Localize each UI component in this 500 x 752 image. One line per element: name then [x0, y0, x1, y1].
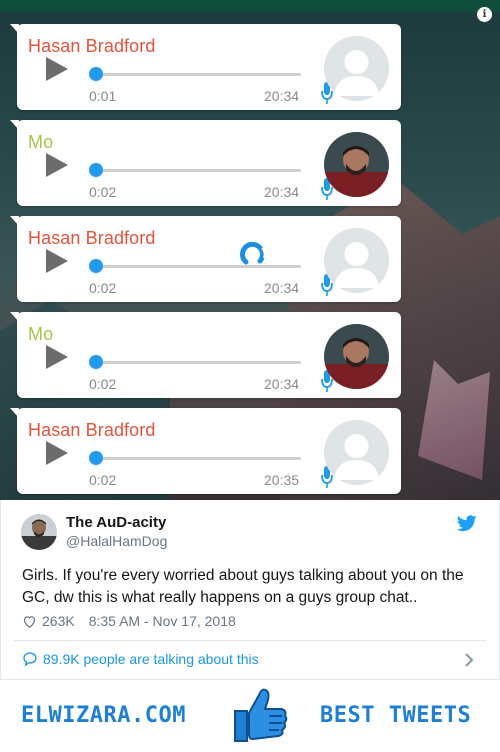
bubble-tail	[10, 24, 19, 34]
loading-spinner-icon	[240, 241, 266, 265]
audio-progress-track[interactable]	[95, 73, 301, 76]
info-icon[interactable]: i	[477, 7, 492, 22]
chat-header-strip	[0, 0, 500, 12]
audio-duration: 0:01	[89, 88, 117, 104]
chevron-right-icon[interactable]	[463, 652, 475, 668]
audio-progress-knob[interactable]	[89, 259, 103, 273]
heart-icon[interactable]	[22, 614, 37, 629]
conversation-link[interactable]: 89.9K people are talking about this	[22, 651, 259, 667]
tweet-media-image[interactable]: i Hasan Bradford 0:01 20:34 Mo 0:02 20:34 Hasa…	[0, 0, 500, 500]
play-icon[interactable]	[46, 153, 68, 177]
audio-progress-knob[interactable]	[89, 163, 103, 177]
message-time: 20:34	[264, 184, 300, 200]
avatar[interactable]	[324, 324, 389, 389]
conversation-link-label: 89.9K people are talking about this	[43, 651, 259, 667]
audio-duration: 0:02	[89, 280, 117, 296]
voice-message-bubble: Hasan Bradford 0:02 20:35	[10, 408, 401, 494]
avatar[interactable]	[324, 420, 389, 485]
voice-message-bubble: Hasan Bradford 0:02 20:34	[10, 216, 401, 302]
play-icon[interactable]	[46, 345, 68, 369]
divider	[14, 640, 486, 641]
avatar[interactable]	[324, 132, 389, 197]
reply-bubble-icon	[23, 652, 37, 667]
audio-duration: 0:02	[89, 184, 117, 200]
message-time: 20:35	[264, 472, 300, 488]
voice-message-bubble: Mo 0:02 20:34	[10, 312, 401, 398]
audio-progress-track[interactable]	[95, 169, 301, 172]
sender-name: Mo	[28, 132, 54, 152]
bubble-tail	[10, 216, 19, 226]
tweet-text: Girls. If you're every worried about guy…	[22, 567, 464, 606]
sender-name: Hasan Bradford	[28, 420, 156, 440]
audio-progress-knob[interactable]	[89, 355, 103, 369]
play-icon[interactable]	[46, 249, 68, 273]
bubble-tail	[10, 408, 19, 418]
message-time: 20:34	[264, 376, 300, 392]
voice-message-bubble: Hasan Bradford 0:01 20:34	[10, 24, 401, 110]
audio-progress-track[interactable]	[95, 265, 301, 268]
audio-duration: 0:02	[89, 376, 117, 392]
audio-progress-knob[interactable]	[89, 451, 103, 465]
audio-duration: 0:02	[89, 472, 117, 488]
bubble-tail	[10, 312, 19, 322]
like-count[interactable]: 263K	[42, 613, 75, 629]
audio-progress-track[interactable]	[95, 457, 301, 460]
thumbs-up-icon	[234, 688, 288, 742]
audio-progress-knob[interactable]	[89, 67, 103, 81]
twitter-bird-icon[interactable]	[457, 515, 477, 532]
tagline: BEST TWEETS	[320, 703, 472, 728]
sender-name: Hasan Bradford	[28, 228, 156, 248]
sender-name: Hasan Bradford	[28, 36, 156, 56]
play-icon[interactable]	[46, 57, 68, 81]
play-icon[interactable]	[46, 441, 68, 465]
tweet-meta: 263K 8:35 AM - Nov 17, 2018	[22, 612, 236, 630]
brand-name: ELWIZARA.COM	[21, 703, 186, 728]
embedded-tweet-card: i Hasan Bradford 0:01 20:34 Mo 0:02 20:34 Hasa…	[0, 0, 500, 752]
avatar[interactable]	[21, 514, 57, 550]
audio-progress-track[interactable]	[95, 361, 301, 364]
avatar[interactable]	[324, 228, 389, 293]
avatar[interactable]	[324, 36, 389, 101]
message-time: 20:34	[264, 88, 300, 104]
sender-name: Mo	[28, 324, 54, 344]
bubble-tail	[10, 120, 19, 130]
tweet-author-name[interactable]: The AuD-acity	[66, 514, 166, 531]
voice-message-bubble: Mo 0:02 20:34	[10, 120, 401, 206]
tweet-timestamp[interactable]: 8:35 AM - Nov 17, 2018	[89, 613, 236, 629]
tweet-author-handle[interactable]: @HalalHamDog	[66, 533, 167, 549]
message-time: 20:34	[264, 280, 300, 296]
